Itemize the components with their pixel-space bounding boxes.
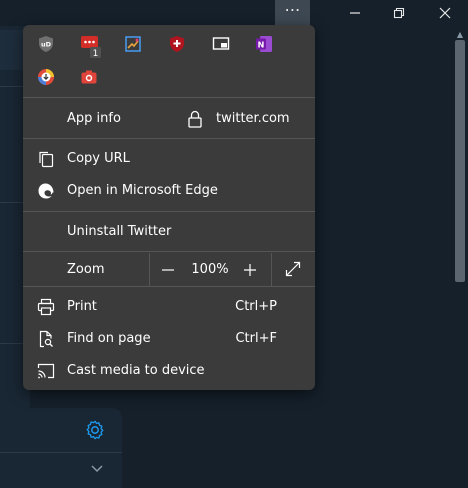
screenshot-camera-icon[interactable] [80,68,98,86]
print-shortcut: Ctrl+P [235,299,277,314]
onenote-icon[interactable]: N [255,35,273,53]
gear-icon[interactable] [84,419,106,441]
cast-media-item[interactable]: Cast media to device [23,356,315,386]
printer-icon [37,298,55,316]
lock-icon [188,110,202,128]
zoom-value: 100% [191,262,229,277]
app-info-label: App info [67,111,121,126]
edge-icon [38,183,54,199]
color-picker-icon[interactable] [124,35,142,53]
scrollbar-thumb[interactable] [455,40,465,282]
cast-media-label: Cast media to device [67,363,205,378]
picture-in-picture-icon[interactable] [212,35,230,53]
zoom-out-button[interactable] [161,263,175,277]
minimize-icon [350,12,360,14]
fullscreen-expand-icon[interactable] [285,261,301,277]
menu-separator [23,251,315,252]
zoom-label: Zoom [67,262,105,277]
menu-separator [23,211,315,212]
more-options-button[interactable]: ⋯ [275,0,310,26]
svg-text:uD: uD [41,41,52,49]
app-info-row[interactable]: App info twitter.com [23,104,315,134]
uninstall-label: Uninstall Twitter [67,224,172,239]
zoom-divider [271,253,272,286]
extension-badge: 1 [93,49,99,59]
find-on-page-label: Find on page [67,331,151,346]
card-divider [0,452,122,453]
print-label: Print [67,299,97,314]
chevron-down-icon[interactable] [90,464,104,474]
zoom-divider [149,253,150,286]
svg-text:N: N [258,41,265,50]
downloader-icon[interactable] [37,68,55,86]
find-shortcut: Ctrl+F [235,331,277,346]
find-on-page-item[interactable]: Find on page Ctrl+F [23,324,315,354]
print-item[interactable]: Print Ctrl+P [23,292,315,322]
ublock-origin-icon[interactable]: uD [37,35,55,53]
copy-url-label: Copy URL [67,151,130,166]
app-menu: uD 1 N App info twitter.com Copy URL Ope… [23,25,315,390]
menu-separator [23,286,315,287]
minimize-button[interactable] [332,0,378,26]
close-window-button[interactable] [422,0,468,26]
find-page-icon [39,330,53,348]
menu-separator [23,97,315,98]
restore-button[interactable] [376,0,422,26]
site-domain: twitter.com [216,111,290,126]
zoom-in-button[interactable] [243,263,257,277]
copy-url-item[interactable]: Copy URL [23,144,315,174]
open-in-edge-label: Open in Microsoft Edge [67,183,218,198]
cast-icon [37,363,55,379]
menu-separator [23,138,315,139]
lastpass-icon[interactable]: 1 [80,35,104,59]
restore-icon [393,7,405,19]
open-in-edge-item[interactable]: Open in Microsoft Edge [23,176,315,206]
copy-icon [39,151,54,168]
zoom-row: Zoom 100% [23,253,315,286]
close-icon [439,7,451,19]
medical-shield-icon[interactable] [168,35,186,53]
uninstall-item[interactable]: Uninstall Twitter [23,217,315,247]
